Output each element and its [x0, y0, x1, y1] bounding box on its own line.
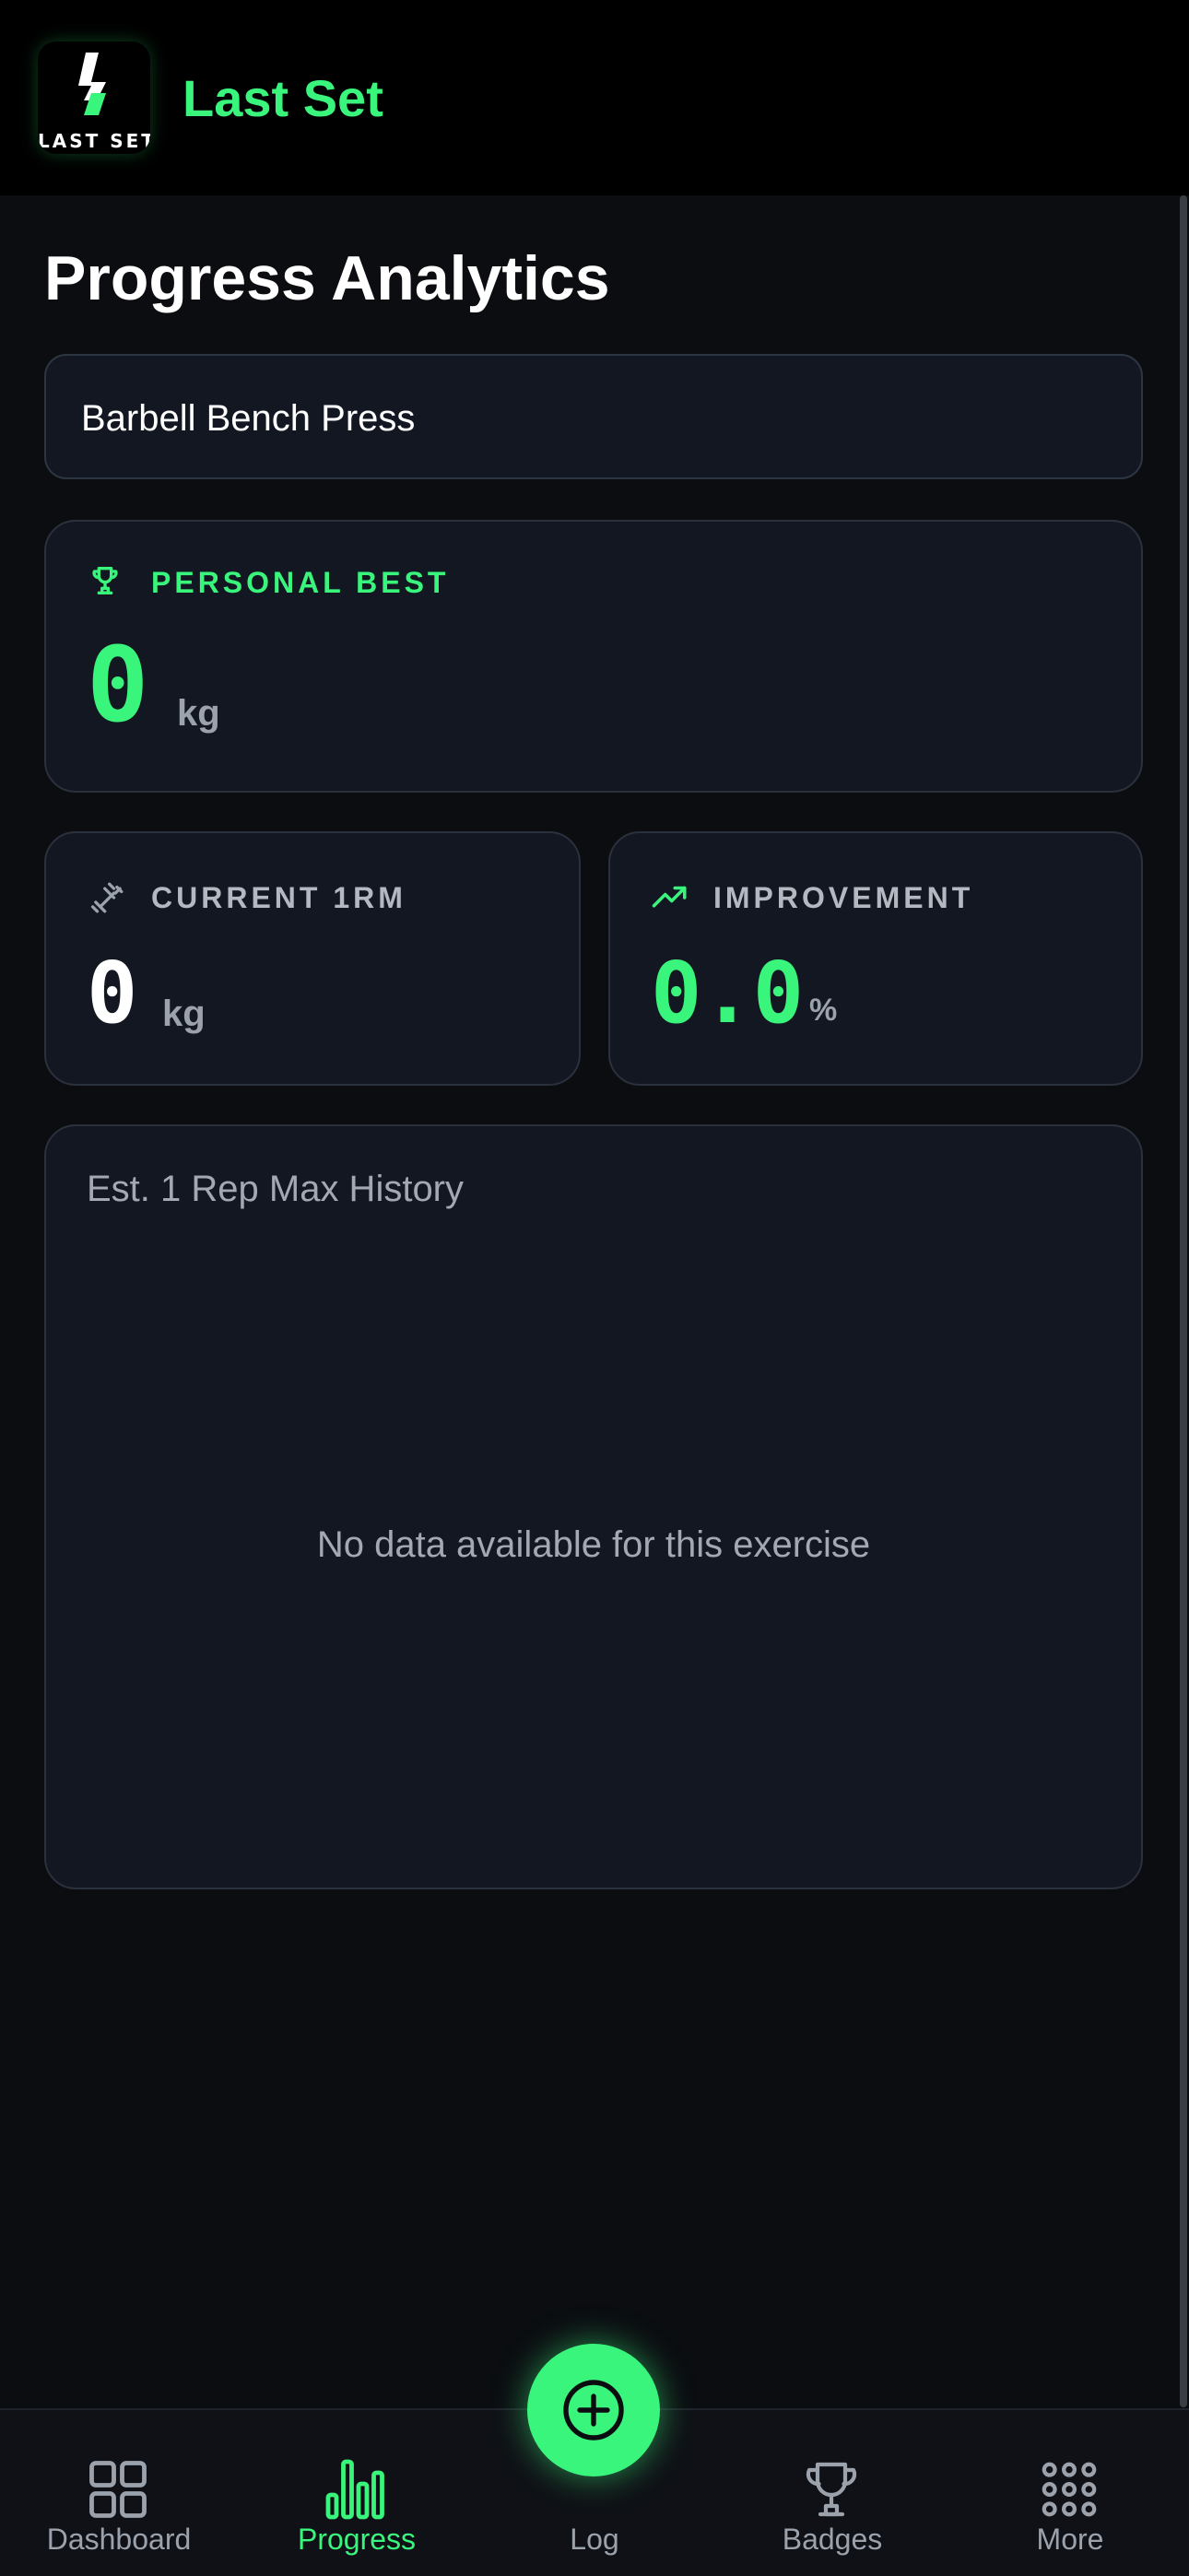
- chart-title: Est. 1 Rep Max History: [87, 1169, 465, 1209]
- log-fab-button[interactable]: [527, 2344, 660, 2476]
- improvement-card: IMPROVEMENT 0.0 %: [608, 831, 1143, 1086]
- nav-label-badges: Badges: [782, 2523, 883, 2556]
- personal-best-label: PERSONAL BEST: [151, 566, 450, 599]
- trending-up-icon: [652, 886, 687, 908]
- improvement-unit: %: [809, 993, 838, 1028]
- nav-label-more: More: [1036, 2523, 1104, 2556]
- dots-grid-icon: [1042, 2462, 1097, 2517]
- current-1rm-unit: kg: [162, 994, 206, 1034]
- nav-label-progress: Progress: [297, 2523, 417, 2556]
- app-logo[interactable]: LAST SET: [38, 41, 150, 154]
- trophy-icon: [92, 567, 118, 594]
- nav-item-more[interactable]: More: [951, 2410, 1189, 2576]
- personal-best-value: 0: [87, 626, 149, 746]
- nav-item-badges[interactable]: Badges: [713, 2410, 951, 2576]
- app-title: Last Set: [182, 69, 383, 127]
- chart-empty-message: No data available for this exercise: [316, 1524, 871, 1565]
- nav-label-dashboard: Dashboard: [46, 2523, 192, 2556]
- nav-label-log: Log: [570, 2523, 619, 2556]
- trophy-icon: [806, 2462, 857, 2517]
- scrollbar-thumb[interactable]: [1180, 195, 1187, 2407]
- nav-item-dashboard[interactable]: Dashboard: [0, 2410, 238, 2576]
- current-1rm-card: CURRENT 1RM 0 kg: [44, 831, 581, 1086]
- exercise-select-value: Barbell Bench Press: [81, 398, 416, 439]
- improvement-value: 0.0: [651, 944, 805, 1042]
- nav-item-progress[interactable]: Progress: [238, 2410, 476, 2576]
- dumbbell-icon: [90, 882, 124, 913]
- app-header: LAST SET Last Set: [0, 0, 1189, 195]
- grid-icon: [89, 2461, 147, 2518]
- current-1rm-label: CURRENT 1RM: [151, 881, 406, 914]
- personal-best-unit: kg: [177, 693, 220, 734]
- plus-circle-icon: [563, 2380, 624, 2441]
- bar-chart-icon: [325, 2459, 384, 2520]
- current-1rm-value: 0: [87, 944, 138, 1042]
- page-title: Progress Analytics: [44, 243, 610, 313]
- logo-text: LAST SET: [38, 130, 150, 152]
- exercise-select[interactable]: Barbell Bench Press: [44, 354, 1143, 479]
- personal-best-card: PERSONAL BEST 0 kg: [44, 520, 1143, 793]
- improvement-label: IMPROVEMENT: [713, 881, 974, 914]
- one-rep-max-chart-card: Est. 1 Rep Max History No data available…: [44, 1124, 1143, 1889]
